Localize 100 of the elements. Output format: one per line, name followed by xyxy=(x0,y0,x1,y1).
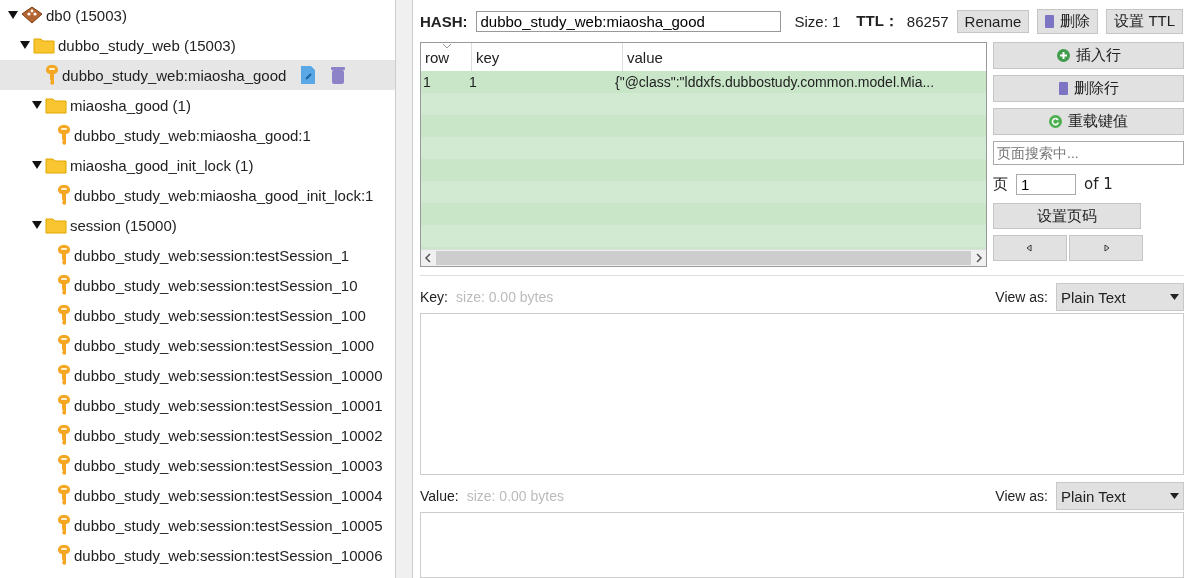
key-icon xyxy=(57,184,71,206)
tree-item-label: miaosha_good_init_lock (1) xyxy=(70,156,254,174)
scroll-right-icon[interactable] xyxy=(975,253,983,263)
vertical-scrollbar[interactable] xyxy=(395,0,412,578)
key-name-field[interactable]: dubbo_study_web:miaosha_good xyxy=(475,10,781,32)
size-info: size: 0.00 bytes xyxy=(466,488,564,504)
tree-item[interactable]: miaosha_good (1) xyxy=(0,90,395,120)
folder-icon xyxy=(45,156,67,174)
action-button[interactable]: 插入行 xyxy=(993,42,1184,69)
toolbar-button[interactable]: 设置 TTL xyxy=(1106,8,1184,34)
key-icon xyxy=(57,484,71,506)
left-arrow-icon xyxy=(1026,244,1034,252)
size-info: size: 0.00 bytes xyxy=(456,289,554,305)
tree-item[interactable]: miaosha_good_init_lock (1) xyxy=(0,150,395,180)
search-field[interactable]: 页面搜索中... xyxy=(993,141,1184,165)
tree-item[interactable]: dubbo_study_web:miaosha_good xyxy=(0,60,395,90)
tree-item-label: miaosha_good (1) xyxy=(70,96,191,114)
tree-item[interactable]: dubbo_study_web:session:testSession_10005 xyxy=(0,510,395,540)
tree-item-label: dubbo_study_web:session:testSession_10001 xyxy=(74,396,383,414)
format-dropdown[interactable]: Plain Text xyxy=(1056,482,1184,510)
document-edit-icon[interactable] xyxy=(299,65,318,85)
tree-item[interactable]: dubbo_study_web:session:testSession_10 xyxy=(0,270,395,300)
page-field[interactable]: 1 xyxy=(1016,173,1076,195)
expanded-arrow-icon[interactable] xyxy=(20,40,30,50)
tree-item-label: dubbo_study_web:session:testSession_10002 xyxy=(74,426,383,444)
tree-item-label: session (15000) xyxy=(70,216,177,234)
right-arrow-icon xyxy=(1102,244,1110,252)
key-icon xyxy=(57,454,71,476)
tree-item-label: dubbo_study_web (15003) xyxy=(58,36,236,54)
tree-item[interactable]: dubbo_study_web:session:testSession_1 xyxy=(0,240,395,270)
table-cell-text: 1 xyxy=(422,74,432,90)
text-editor[interactable] xyxy=(420,512,1184,578)
tree-item[interactable]: dubbo_study_web:session:testSession_10002 xyxy=(0,420,395,450)
tree-item[interactable]: dubbo_study_web:miaosha_good_init_lock:1 xyxy=(0,180,395,210)
dropdown-caret-icon xyxy=(1170,493,1179,499)
tree-item-label: dubbo_study_web:miaosha_good_init_lock:1 xyxy=(74,186,374,204)
key-icon xyxy=(57,274,71,296)
column-header[interactable]: value xyxy=(623,43,986,71)
tree-item[interactable]: session (15000) xyxy=(0,210,395,240)
scroll-left-icon[interactable] xyxy=(424,253,432,263)
folder-icon xyxy=(33,36,55,54)
folder-icon xyxy=(45,216,67,234)
reload-icon xyxy=(1049,115,1062,128)
action-button[interactable]: 删除行 xyxy=(993,75,1184,102)
tree-item[interactable]: db0 (15003) xyxy=(0,0,395,30)
key-icon xyxy=(57,124,71,146)
tree-item-label: dubbo_study_web:session:testSession_1000 xyxy=(74,336,375,354)
expanded-arrow-icon[interactable] xyxy=(32,100,42,110)
tree-item-label: dubbo_study_web:session:testSession_10005 xyxy=(74,516,383,534)
database-icon xyxy=(21,6,43,24)
toolbar-button[interactable]: 删除 xyxy=(1037,8,1099,34)
page-count: of 1 xyxy=(1084,175,1113,193)
key-icon xyxy=(57,304,71,326)
key-type-label: HASH: xyxy=(420,12,468,30)
expanded-arrow-icon[interactable] xyxy=(8,10,18,20)
toolbar-button[interactable]: Rename xyxy=(956,9,1030,33)
page-label: 页 xyxy=(993,174,1008,194)
trash-icon[interactable] xyxy=(330,65,347,85)
view-as-label: View as: xyxy=(995,488,1048,504)
tree-item[interactable]: dubbo_study_web:session:testSession_1000 xyxy=(0,330,395,360)
tree-item-label: dubbo_study_web:session:testSession_10000 xyxy=(74,366,383,384)
horizontal-scrollbar[interactable] xyxy=(421,249,986,266)
view-as-label: View as: xyxy=(995,289,1048,305)
action-button[interactable]: 重载键值 xyxy=(993,108,1184,135)
tree-item[interactable]: dubbo_study_web (15003) xyxy=(0,30,395,60)
format-dropdown[interactable]: Plain Text xyxy=(1056,283,1184,311)
plus-icon xyxy=(1056,49,1070,62)
ttl-value: 86257 xyxy=(906,12,949,30)
folder-icon xyxy=(45,96,67,114)
expanded-arrow-icon[interactable] xyxy=(32,160,42,170)
table-cell-text: 1 xyxy=(468,74,478,90)
tree-item[interactable]: dubbo_study_web:session:testSession_10001 xyxy=(0,390,395,420)
tree-item[interactable]: dubbo_study_web:miaosha_good:1 xyxy=(0,120,395,150)
expanded-arrow-icon[interactable] xyxy=(32,220,42,230)
tree-item[interactable]: dubbo_study_web:session:testSession_100 xyxy=(0,300,395,330)
key-icon xyxy=(57,394,71,416)
sort-caret-icon[interactable] xyxy=(443,44,451,49)
key-icon xyxy=(45,64,59,86)
editor-label: Value: xyxy=(420,488,459,504)
tree-item-label: dubbo_study_web:miaosha_good:1 xyxy=(74,126,311,144)
table-cell-text: {"@class":"lddxfs.dubbostudy.common.model.Mia... xyxy=(614,74,936,90)
tree-item-label: dubbo_study_web:session:testSession_10004 xyxy=(74,486,383,504)
tree-item[interactable]: dubbo_study_web:session:testSession_10000 xyxy=(0,360,395,390)
key-icon xyxy=(57,244,71,266)
scrollbar-thumb[interactable] xyxy=(436,251,971,265)
tree-item[interactable]: dubbo_study_web:session:testSession_10004 xyxy=(0,480,395,510)
editor-label: Key: xyxy=(420,289,448,305)
tree-item-label: dubbo_study_web:session:testSession_10 xyxy=(74,276,358,294)
key-icon xyxy=(57,424,71,446)
tree-item-label: dubbo_study_web:session:testSession_10003 xyxy=(74,456,383,474)
dropdown-caret-icon xyxy=(1170,294,1179,300)
key-icon xyxy=(57,364,71,386)
key-icon xyxy=(57,544,71,566)
trash-icon xyxy=(1058,82,1068,95)
tree-item[interactable]: dubbo_study_web:session:testSession_10003 xyxy=(0,450,395,480)
ttl-label: TTL： xyxy=(856,11,899,31)
size-label: Size: 1 xyxy=(794,12,841,30)
set-page-button[interactable]: 设置页码 xyxy=(993,203,1141,229)
tree-item[interactable]: dubbo_study_web:session:testSession_10006 xyxy=(0,540,395,570)
trash-icon xyxy=(1045,14,1055,28)
